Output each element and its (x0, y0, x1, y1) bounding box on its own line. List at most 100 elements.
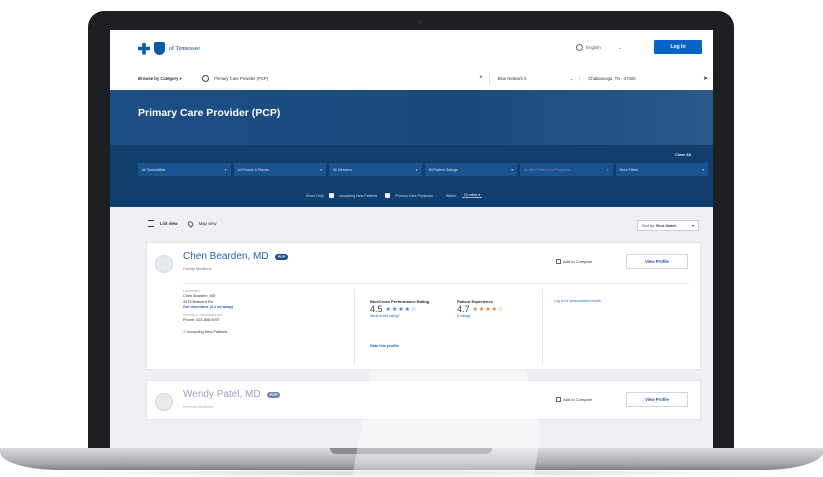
provider-name-link[interactable]: Chen Bearden, MD (183, 251, 269, 262)
clear-search-icon[interactable]: × (479, 75, 483, 81)
location-column: LOCATION Chen Bearden, MD 4375 Brainerd … (183, 289, 333, 334)
provider-name-link[interactable]: Wendy Patel, MD (183, 389, 261, 400)
language-label: English (586, 45, 601, 50)
patient-experience: Patient Experience 4.7 ★★★★☆ 8 ratings (457, 299, 504, 318)
view-toggle: List view Map view (148, 219, 217, 228)
provider-specialty: Family Medicine (183, 266, 212, 271)
browse-category-dropdown[interactable]: Browse by Category ▾ (138, 76, 198, 81)
provider-name-row: Chen Bearden, MD PCP (183, 251, 289, 262)
brand-logo[interactable]: of Tennessee (138, 42, 200, 55)
page-title: Primary Care Provider (PCP) (138, 107, 281, 119)
location-input[interactable]: Chattanooga, TN - 37406 (580, 76, 695, 81)
filter-label: More Filters (619, 167, 639, 172)
accepting-patients-label: Accepting New Patients (339, 193, 378, 198)
provider-avatar (155, 393, 173, 411)
accepting-patients-checkbox[interactable] (329, 193, 335, 198)
patient-score: 4.7 (457, 304, 470, 314)
directions-link[interactable]: Get directions (3.1 mi away) (183, 305, 333, 309)
star-rating-icon: ★★★★☆ (472, 306, 505, 313)
brand-logo-text: of Tennessee (169, 45, 200, 52)
filter-label: All Blue Distinction Programs (524, 167, 571, 172)
pcp-badge: PCP (266, 391, 281, 398)
list-view-button[interactable]: List view (160, 221, 178, 226)
ratings-count-link[interactable]: 8 ratings (457, 314, 504, 318)
within-distance-dropdown[interactable]: 10 miles ▾ (461, 193, 483, 198)
filter-people-places[interactable]: All People & Places ▾ (233, 163, 326, 176)
cross-icon (138, 42, 150, 55)
network-label: Blue Network S (497, 75, 527, 81)
check-icon: ✓ (183, 330, 187, 334)
browse-category-label: Browse by Category (138, 75, 179, 81)
chevron-down-icon: ⌄ (617, 44, 622, 50)
patient-score-row: 4.7 ★★★★☆ (457, 304, 504, 314)
view-profile-button[interactable]: View Profile (626, 392, 688, 407)
location-text: Chattanooga, TN - 37406 (588, 75, 636, 81)
show-only-label: Show Only: (306, 193, 325, 198)
globe-icon (576, 44, 583, 51)
search-input[interactable]: Primary Care Provider (PCP) × (198, 72, 490, 84)
map-view-button[interactable]: Map view (199, 221, 217, 226)
column-divider (542, 289, 543, 365)
chevron-down-icon: ▾ (179, 75, 182, 81)
chevron-down-icon: ▾ (692, 224, 694, 228)
chevron-down-icon: ▾ (511, 167, 513, 172)
rate-profile-link[interactable]: Rate this profile (370, 344, 399, 348)
within-label: Within: (445, 193, 457, 198)
camera-dot (418, 20, 422, 24)
provider-card: Chen Bearden, MD PCP Family Medicine Add… (146, 242, 701, 370)
filter-genders[interactable]: All Genders ▾ (329, 163, 422, 176)
laptop-notch (330, 448, 492, 454)
compare-checkbox[interactable] (556, 397, 561, 402)
search-query-text: Primary Care Provider (PCP) (214, 75, 269, 81)
map-pin-icon[interactable] (186, 219, 195, 228)
chevron-down-icon: ▾ (320, 167, 322, 172)
within-value: 10 miles (463, 193, 478, 197)
filter-specialities[interactable]: All Specialities ▾ (138, 163, 231, 176)
language-selector[interactable]: English ⌄ (576, 44, 622, 51)
column-divider (354, 289, 355, 365)
compare-label: Add to Compare (563, 259, 593, 264)
performance-rating: BlueCross Performance Rating 4.5 ★★★★☆ W… (370, 299, 429, 318)
network-dropdown[interactable]: Blue Network S ⌄ (490, 75, 581, 81)
shield-icon (154, 42, 165, 55)
card-divider (183, 283, 689, 284)
pcp-badge: PCP (274, 253, 289, 260)
accepting-text: Accepting New Patients (187, 330, 228, 334)
laptop-shadow (40, 469, 783, 477)
add-to-compare[interactable]: Add to Compare (556, 259, 592, 264)
login-button[interactable]: Log In (654, 40, 702, 54)
filter-label: All Genders (333, 167, 352, 172)
login-personalized-link[interactable]: Log in for personalized results (554, 299, 601, 303)
sort-label: Sort by: (642, 223, 656, 228)
filter-blue-distinction[interactable]: All Blue Distinction Programs ▾ (520, 163, 613, 176)
filter-patient-ratings[interactable]: All Patient Ratings ▾ (424, 163, 517, 176)
chevron-down-icon: ▾ (606, 167, 609, 172)
list-icon[interactable] (148, 220, 154, 227)
search-icon (202, 74, 210, 82)
quick-toggles: Show Only: Accepting New Patients Primar… (306, 193, 483, 198)
accepting-status: ✓ Accepting New Patients (183, 329, 333, 334)
chevron-down-icon: ▾ (415, 167, 418, 172)
filter-label: All Specialities (142, 167, 166, 172)
pcp-checkbox[interactable] (385, 193, 391, 198)
compare-label: Add to Compare (563, 397, 593, 402)
filter-label: All People & Places (237, 167, 269, 172)
pcp-label: Primary Care Physician (395, 193, 433, 198)
provider-avatar (155, 255, 173, 273)
filter-more[interactable]: More Filters ▾ (615, 163, 708, 176)
phone-text: Phone: 423-888-9097 (183, 318, 220, 322)
locate-arrow-icon[interactable]: ➤ (703, 75, 708, 82)
clear-all-link[interactable]: Clear All (675, 152, 691, 157)
sort-value: Best Match (656, 223, 677, 228)
add-to-compare[interactable]: Add to Compare (556, 397, 592, 402)
chevron-down-icon: ▾ (702, 167, 704, 172)
view-profile-button[interactable]: View Profile (626, 254, 688, 269)
provider-specialty: Internal Medicine (183, 404, 214, 409)
laptop-screen: of Tennessee English ⌄ Log In Browse by … (110, 30, 713, 450)
sort-dropdown[interactable]: Sort by: Best Match ▾ (637, 220, 699, 231)
compare-checkbox[interactable] (556, 259, 561, 264)
filter-row: All Specialities ▾ All People & Places ▾ A… (138, 163, 708, 176)
search-bar: Browse by Category ▾ Primary Care Provid… (138, 71, 708, 85)
what-is-rating-link[interactable]: What is this rating? (370, 314, 429, 318)
performance-score-row: 4.5 ★★★★☆ (370, 304, 429, 314)
